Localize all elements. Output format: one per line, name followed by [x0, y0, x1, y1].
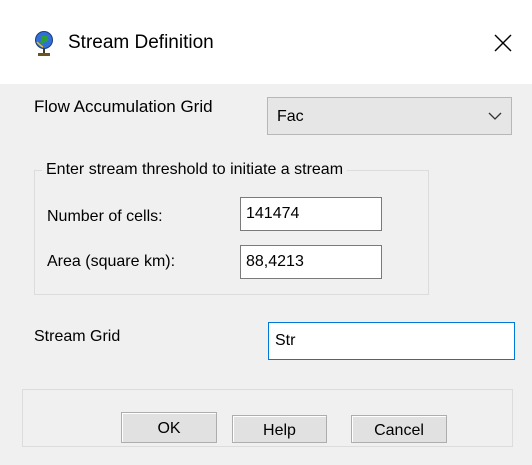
flow-accumulation-select[interactable]: Fac [267, 97, 512, 135]
threshold-group-title: Enter stream threshold to initiate a str… [42, 159, 348, 181]
help-button[interactable]: Help [232, 415, 327, 443]
stream-definition-dialog: Stream Definition Flow Accumulation Grid… [0, 0, 532, 465]
number-of-cells-label: Number of cells: [47, 208, 163, 225]
window-title: Stream Definition [68, 32, 214, 53]
cancel-button[interactable]: Cancel [351, 415, 447, 443]
stream-grid-label: Stream Grid [34, 328, 121, 345]
chevron-down-icon[interactable] [487, 110, 503, 122]
area-label: Area (square km): [47, 253, 176, 270]
globe-icon [35, 31, 53, 56]
flow-accumulation-label: Flow Accumulation Grid [34, 97, 213, 116]
number-of-cells-input[interactable]: 141474 [240, 197, 382, 231]
close-icon[interactable] [486, 26, 520, 60]
ok-button[interactable]: OK [121, 412, 217, 443]
title-bar[interactable]: Stream Definition [0, 0, 532, 84]
stream-grid-input[interactable]: Str [268, 322, 515, 360]
area-input[interactable]: 88,4213 [240, 245, 382, 279]
flow-accumulation-value: Fac [277, 108, 304, 125]
